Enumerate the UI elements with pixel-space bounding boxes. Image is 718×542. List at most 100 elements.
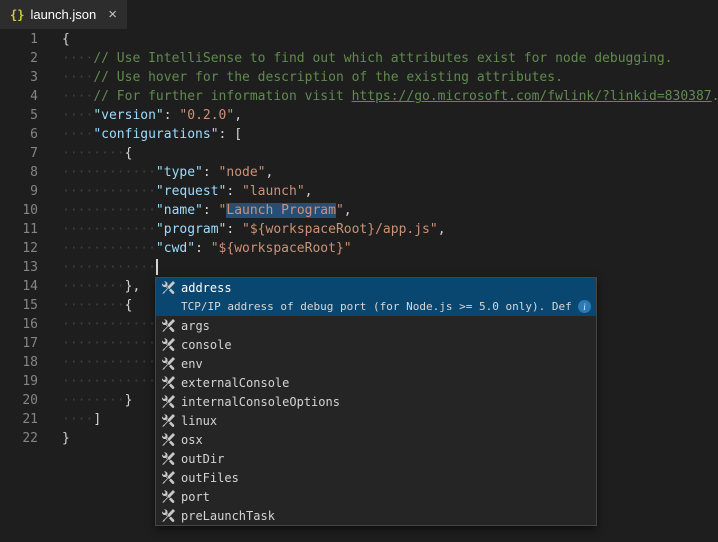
wrench-property-icon (160, 508, 176, 524)
code-text: ····"version": "0.2.0", (38, 106, 242, 125)
suggest-item-preLaunchTask[interactable]: preLaunchTask (156, 506, 596, 525)
code-text: ············ (38, 372, 156, 391)
info-icon[interactable]: i (578, 300, 591, 313)
code-line[interactable]: 6····"configurations": [ (0, 125, 718, 144)
wrench-property-icon (160, 337, 176, 353)
line-number[interactable]: 4 (0, 87, 38, 106)
code-line[interactable]: 9············"request": "launch", (0, 182, 718, 201)
suggest-item-label: externalConsole (181, 376, 289, 390)
suggest-item-args[interactable]: args (156, 316, 596, 335)
suggest-description-text: TCP/IP address of debug port (for Node.j… (181, 300, 572, 313)
wrench-property-icon (160, 394, 176, 410)
code-text: ····// Use IntelliSense to find out whic… (38, 49, 673, 68)
suggest-item-description: TCP/IP address of debug port (for Node.j… (156, 297, 596, 316)
suggest-item-address[interactable]: address (156, 278, 596, 297)
code-text: ············"cwd": "${workspaceRoot}" (38, 239, 352, 258)
code-text: ············ (38, 334, 156, 353)
code-line[interactable]: 5····"version": "0.2.0", (0, 106, 718, 125)
code-text: ········} (38, 391, 132, 410)
line-number[interactable]: 8 (0, 163, 38, 182)
wrench-property-icon (160, 432, 176, 448)
line-number[interactable]: 6 (0, 125, 38, 144)
wrench-property-icon (160, 318, 176, 334)
code-line[interactable]: 4····// For further information visit ht… (0, 87, 718, 106)
text-cursor (156, 259, 158, 275)
wrench-property-icon (160, 280, 176, 296)
suggest-item-outFiles[interactable]: outFiles (156, 468, 596, 487)
code-line[interactable]: 10············"name": "Launch Program", (0, 201, 718, 220)
line-number[interactable]: 9 (0, 182, 38, 201)
line-number[interactable]: 5 (0, 106, 38, 125)
suggest-item-label: preLaunchTask (181, 509, 275, 523)
code-line[interactable]: 8············"type": "node", (0, 163, 718, 182)
code-text: ····] (38, 410, 101, 429)
tab-launch-json[interactable]: {} launch.json × (0, 0, 127, 29)
suggest-item-console[interactable]: console (156, 335, 596, 354)
suggest-item-linux[interactable]: linux (156, 411, 596, 430)
line-number[interactable]: 7 (0, 144, 38, 163)
code-text: ····"configurations": [ (38, 125, 242, 144)
line-number[interactable]: 18 (0, 353, 38, 372)
code-line[interactable]: 2····// Use IntelliSense to find out whi… (0, 49, 718, 68)
suggest-item-label: outFiles (181, 471, 239, 485)
code-text: ········{ (38, 296, 132, 315)
code-line[interactable]: 1{ (0, 30, 718, 49)
code-line[interactable]: 7········{ (0, 144, 718, 163)
suggest-item-label: console (181, 338, 232, 352)
suggest-item-label: internalConsoleOptions (181, 395, 340, 409)
line-number[interactable]: 13 (0, 258, 38, 277)
code-text: { (38, 30, 70, 49)
line-number[interactable]: 1 (0, 30, 38, 49)
code-line[interactable]: 13············ (0, 258, 718, 277)
wrench-property-icon (160, 470, 176, 486)
tab-close-icon[interactable]: × (108, 7, 117, 22)
line-number[interactable]: 17 (0, 334, 38, 353)
suggest-item-outDir[interactable]: outDir (156, 449, 596, 468)
suggest-item-label: osx (181, 433, 203, 447)
tab-title: launch.json (30, 7, 96, 22)
suggest-item-label: args (181, 319, 210, 333)
suggest-item-externalConsole[interactable]: externalConsole (156, 373, 596, 392)
code-text: ····// Use hover for the description of … (38, 68, 563, 87)
code-text: ············"type": "node", (38, 163, 273, 182)
line-number[interactable]: 14 (0, 277, 38, 296)
code-text: ············"request": "launch", (38, 182, 312, 201)
code-text: ············ (38, 315, 156, 334)
code-text: ········}, (38, 277, 140, 296)
line-number[interactable]: 11 (0, 220, 38, 239)
line-number[interactable]: 19 (0, 372, 38, 391)
code-line[interactable]: 3····// Use hover for the description of… (0, 68, 718, 87)
suggest-item-label: linux (181, 414, 217, 428)
suggest-item-label: env (181, 357, 203, 371)
intellisense-suggest-widget: address TCP/IP address of debug port (for… (155, 277, 597, 526)
line-number[interactable]: 21 (0, 410, 38, 429)
suggest-item-osx[interactable]: osx (156, 430, 596, 449)
suggest-item-env[interactable]: env (156, 354, 596, 373)
code-line[interactable]: 11············"program": "${workspaceRoo… (0, 220, 718, 239)
wrench-property-icon (160, 489, 176, 505)
code-text: ············"name": "Launch Program", (38, 201, 352, 220)
json-file-icon: {} (10, 8, 24, 22)
suggest-item-port[interactable]: port (156, 487, 596, 506)
line-number[interactable]: 16 (0, 315, 38, 334)
wrench-property-icon (160, 375, 176, 391)
suggest-item-label: address (181, 281, 232, 295)
code-editor[interactable]: 1{2····// Use IntelliSense to find out w… (0, 30, 718, 542)
line-number[interactable]: 3 (0, 68, 38, 87)
code-text: ············ (38, 258, 158, 277)
line-number[interactable]: 2 (0, 49, 38, 68)
code-text: ············ (38, 353, 156, 372)
suggest-item-label: outDir (181, 452, 224, 466)
suggest-item-internalConsoleOptions[interactable]: internalConsoleOptions (156, 392, 596, 411)
line-number[interactable]: 20 (0, 391, 38, 410)
tab-bar: {} launch.json × (0, 0, 718, 30)
code-text: } (38, 429, 70, 448)
code-text: ········{ (38, 144, 132, 163)
line-number[interactable]: 15 (0, 296, 38, 315)
line-number[interactable]: 12 (0, 239, 38, 258)
wrench-property-icon (160, 413, 176, 429)
line-number[interactable]: 22 (0, 429, 38, 448)
code-line[interactable]: 12············"cwd": "${workspaceRoot}" (0, 239, 718, 258)
line-number[interactable]: 10 (0, 201, 38, 220)
wrench-property-icon (160, 451, 176, 467)
